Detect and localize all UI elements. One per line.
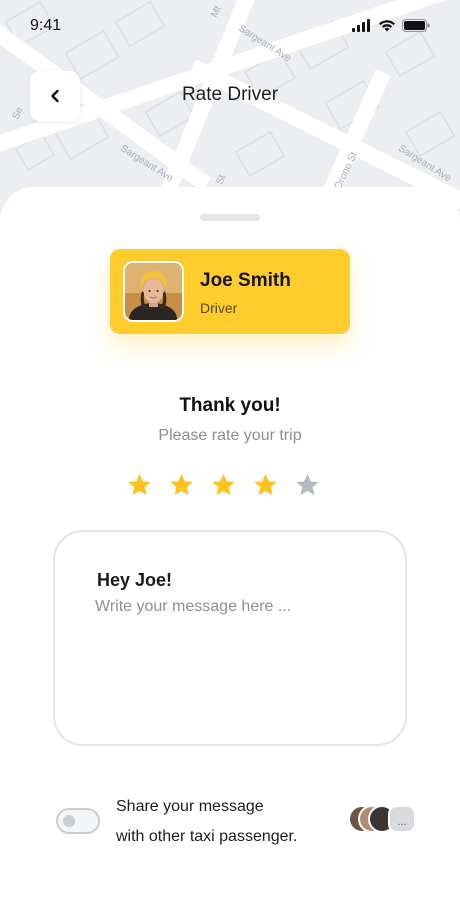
wifi-icon bbox=[379, 20, 395, 32]
message-greeting: Hey Joe! bbox=[97, 570, 173, 590]
share-row: Share your message with other taxi passe… bbox=[0, 790, 460, 850]
star-rating bbox=[126, 472, 321, 499]
cellular-signal-icon bbox=[352, 19, 370, 32]
rating-prompt: Please rate your trip bbox=[158, 427, 302, 444]
share-description: Share your message with other taxi passe… bbox=[116, 792, 346, 852]
star-empty-icon[interactable] bbox=[294, 472, 321, 499]
share-text-line1: Share your message bbox=[116, 798, 264, 815]
share-text-line2: with other taxi passenger. bbox=[116, 828, 298, 845]
message-input[interactable] bbox=[95, 598, 375, 718]
rating-sheet: Joe Smith Driver Thank you! Please rate … bbox=[0, 187, 460, 900]
page-title: Rate Driver bbox=[181, 84, 279, 105]
message-box: Hey Joe! bbox=[53, 530, 407, 746]
status-bar: 9:41 bbox=[0, 0, 460, 52]
star-filled-icon[interactable] bbox=[252, 472, 279, 499]
drag-handle[interactable] bbox=[200, 214, 260, 221]
status-time: 9:41 bbox=[30, 17, 62, 34]
driver-role: Driver bbox=[200, 300, 238, 316]
status-icons bbox=[352, 19, 430, 32]
driver-avatar bbox=[123, 261, 184, 322]
driver-name: Joe Smith bbox=[200, 270, 291, 291]
star-filled-icon[interactable] bbox=[210, 472, 237, 499]
battery-icon bbox=[402, 19, 430, 32]
star-filled-icon[interactable] bbox=[126, 472, 153, 499]
driver-card: Joe Smith Driver bbox=[110, 249, 350, 334]
driver-photo bbox=[125, 263, 182, 320]
toggle-knob bbox=[63, 815, 75, 827]
more-passengers-badge: ... bbox=[388, 805, 416, 833]
thanks-title: Thank you! bbox=[179, 395, 281, 416]
share-toggle[interactable] bbox=[56, 808, 100, 834]
star-filled-icon[interactable] bbox=[168, 472, 195, 499]
